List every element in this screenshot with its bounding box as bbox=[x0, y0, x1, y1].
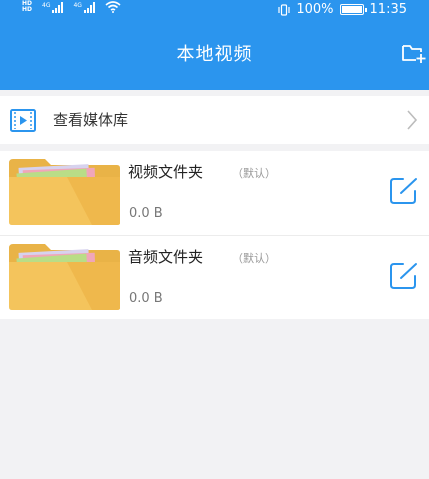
status-bar: HD HD 4G 4G 100% 11:35 bbox=[0, 0, 429, 20]
add-folder-icon[interactable] bbox=[401, 42, 427, 64]
chevron-right-icon bbox=[407, 110, 418, 130]
folder-size: 0.0 B bbox=[129, 206, 163, 221]
edit-icon[interactable] bbox=[389, 177, 419, 205]
battery-percent: 100% bbox=[296, 2, 334, 17]
signal-group: HD HD 4G 4G bbox=[22, 1, 121, 13]
wifi-icon bbox=[105, 1, 121, 13]
battery-icon bbox=[339, 4, 367, 15]
status-right: 100% 11:35 bbox=[278, 2, 407, 17]
media-library-icon bbox=[10, 109, 36, 132]
edit-icon[interactable] bbox=[389, 262, 419, 290]
folder-name: 视频文件夹 bbox=[128, 163, 204, 181]
media-library-label: 查看媒体库 bbox=[53, 111, 129, 129]
media-library-row[interactable]: 查看媒体库 bbox=[0, 96, 429, 144]
signal-2-label: 4G bbox=[73, 2, 82, 9]
sim-tags: HD HD bbox=[22, 1, 32, 13]
folder-row-audio[interactable]: 音频文件夹 （默认） 0.0 B bbox=[0, 235, 429, 319]
folder-icon bbox=[9, 159, 120, 225]
signal-1-label: 4G bbox=[42, 2, 51, 9]
folder-list: 视频文件夹 （默认） 0.0 B 音频文件夹 （默认） 0.0 B bbox=[0, 151, 429, 319]
folder-row-video[interactable]: 视频文件夹 （默认） 0.0 B bbox=[0, 151, 429, 235]
app-header: HD HD 4G 4G 100% 11:35 本地视频 bbox=[0, 0, 429, 90]
sim-tag-2: HD bbox=[22, 6, 33, 13]
vibrate-icon bbox=[278, 3, 290, 16]
signal-icon: 4G bbox=[42, 2, 64, 13]
signal-icon-2: 4G bbox=[73, 2, 95, 13]
folder-size: 0.0 B bbox=[129, 291, 163, 306]
folder-name: 音频文件夹 bbox=[128, 248, 204, 266]
default-tag: （默认） bbox=[232, 167, 276, 180]
folder-icon bbox=[9, 244, 120, 310]
clock: 11:35 bbox=[369, 2, 407, 17]
page-title: 本地视频 bbox=[176, 44, 253, 65]
default-tag: （默认） bbox=[232, 252, 276, 265]
